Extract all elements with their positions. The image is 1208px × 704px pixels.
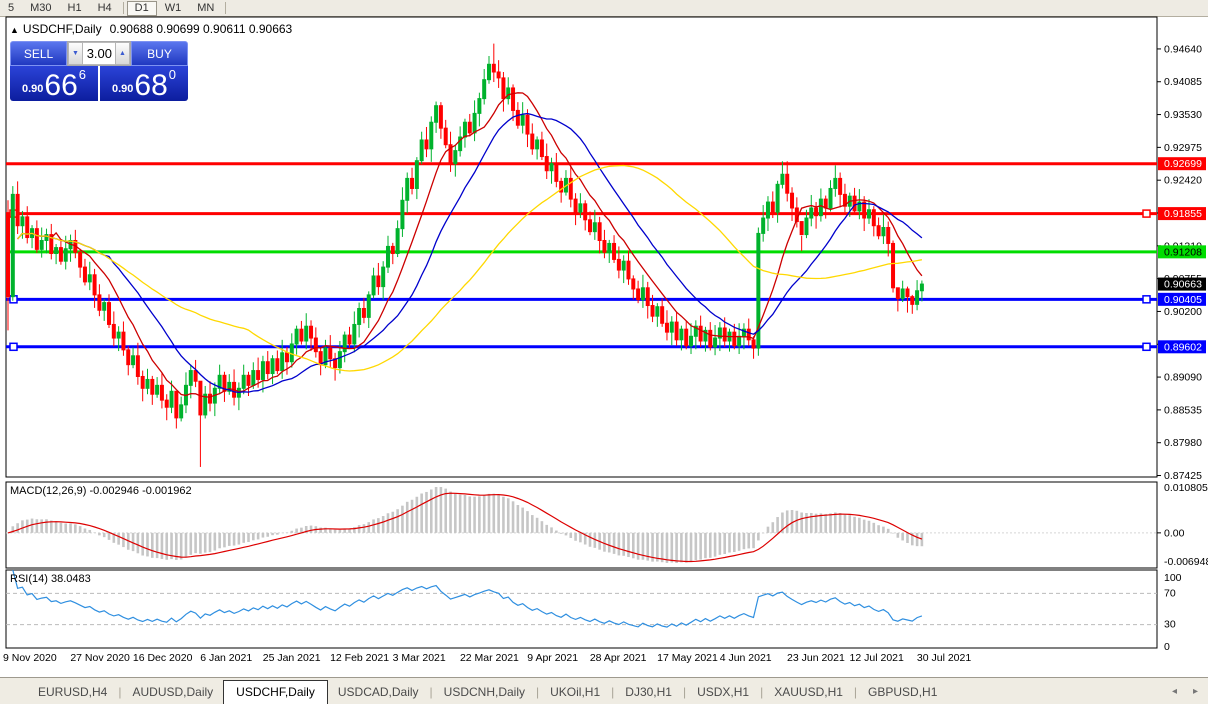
svg-text:0.88535: 0.88535 (1164, 404, 1202, 416)
volume-input[interactable]: 3.00 (83, 42, 115, 65)
svg-text:22 Mar 2021: 22 Mar 2021 (460, 652, 519, 664)
sell-price-pip: 6 (79, 67, 86, 82)
svg-text:12 Jul 2021: 12 Jul 2021 (850, 652, 904, 664)
svg-text:12 Feb 2021: 12 Feb 2021 (330, 652, 389, 664)
svg-text:0.00: 0.00 (1164, 527, 1185, 539)
svg-text:9 Nov 2020: 9 Nov 2020 (3, 652, 57, 664)
ohlc-values: 0.90688 0.90699 0.90611 0.90663 (110, 22, 293, 36)
svg-text:25 Jan 2021: 25 Jan 2021 (263, 652, 321, 664)
svg-text:17 May 2021: 17 May 2021 (657, 652, 718, 664)
svg-text:6 Jan 2021: 6 Jan 2021 (200, 652, 252, 664)
svg-text:0.90405: 0.90405 (1164, 294, 1202, 306)
sell-price[interactable]: 0.90 66 6 (10, 66, 98, 101)
sell-price-big: 66 (44, 73, 77, 99)
timeframe-button-h4[interactable]: H4 (90, 1, 120, 15)
chart-canvas[interactable]: 0.94640 0.94085 0.93530 0.92975 0.92420 0.918… (0, 16, 1208, 677)
tab-separator: | (683, 685, 686, 699)
tab-separator: | (536, 685, 539, 699)
timeframe-button-5[interactable]: 5 (0, 1, 22, 15)
svg-text:0.91208: 0.91208 (1164, 246, 1202, 258)
svg-text:0.87425: 0.87425 (1164, 470, 1202, 482)
buy-price-big: 68 (134, 73, 167, 99)
sell-price-prefix: 0.90 (22, 83, 43, 95)
svg-text:-0.006948: -0.006948 (1164, 556, 1208, 568)
tab-audusd-daily[interactable]: AUDUSD,Daily (122, 682, 223, 702)
tab-separator: | (611, 685, 614, 699)
tab-separator: | (760, 685, 763, 699)
one-click-trading-panel: SELL ▼ 3.00 ▲ BUY 0.90 66 6 0.90 68 0 (10, 41, 188, 101)
tab-xauusd-h1[interactable]: XAUUSD,H1 (764, 682, 853, 702)
svg-text:0.92975: 0.92975 (1164, 142, 1202, 154)
volume-stepper: ▼ 3.00 ▲ (67, 41, 131, 66)
timeframe-button-m30[interactable]: M30 (22, 1, 59, 15)
svg-text:0.90663: 0.90663 (1164, 279, 1202, 291)
symbol-name: USDCHF,Daily (23, 22, 102, 36)
tab-gbpusd-h1[interactable]: GBPUSD,H1 (858, 682, 947, 702)
collapse-arrow-icon[interactable]: ▲ (10, 25, 19, 35)
svg-text:0: 0 (1164, 641, 1170, 653)
chart-title: ▲ USDCHF,Daily 0.90688 0.90699 0.90611 0.9… (10, 22, 292, 36)
buy-price-pip: 0 (169, 67, 176, 82)
volume-increment-button[interactable]: ▲ (115, 42, 130, 65)
svg-text:0.94085: 0.94085 (1164, 76, 1202, 88)
tab-scroll-left-icon[interactable]: ◂ (1172, 686, 1177, 697)
svg-text:0.92420: 0.92420 (1164, 175, 1202, 187)
tab-scroll-right-icon[interactable]: ▸ (1193, 686, 1198, 697)
timeframe-toolbar: 5M30H1H4 D1W1MN (0, 0, 1208, 17)
svg-text:9 Apr 2021: 9 Apr 2021 (527, 652, 578, 664)
tab-dj30-h1[interactable]: DJ30,H1 (615, 682, 682, 702)
svg-text:4 Jun 2021: 4 Jun 2021 (720, 652, 772, 664)
buy-price-prefix: 0.90 (112, 83, 133, 95)
volume-decrement-button[interactable]: ▼ (68, 42, 83, 65)
svg-text:30: 30 (1164, 619, 1176, 631)
tab-separator: | (854, 685, 857, 699)
tab-separator: | (118, 685, 121, 699)
svg-text:70: 70 (1164, 587, 1176, 599)
tab-usdcad-daily[interactable]: USDCAD,Daily (328, 682, 429, 702)
timeframe-button-w1[interactable]: W1 (157, 1, 190, 15)
toolbar-separator (123, 2, 124, 14)
svg-text:16 Dec 2020: 16 Dec 2020 (133, 652, 193, 664)
svg-text:0.89602: 0.89602 (1164, 341, 1202, 353)
timeframe-button-mn[interactable]: MN (189, 1, 222, 15)
svg-text:0.90200: 0.90200 (1164, 306, 1202, 318)
svg-text:0.87980: 0.87980 (1164, 437, 1202, 449)
svg-text:28 Apr 2021: 28 Apr 2021 (590, 652, 647, 664)
buy-button[interactable]: BUY (131, 41, 188, 66)
buy-price[interactable]: 0.90 68 0 (100, 66, 188, 101)
tab-usdcnh-daily[interactable]: USDCNH,Daily (434, 682, 535, 702)
svg-text:0.92699: 0.92699 (1164, 158, 1202, 170)
svg-text:0.94640: 0.94640 (1164, 43, 1202, 55)
svg-text:30 Jul 2021: 30 Jul 2021 (917, 652, 971, 664)
svg-text:MACD(12,26,9) -0.002946 -0.001: MACD(12,26,9) -0.002946 -0.001962 (10, 485, 192, 497)
tab-separator: | (430, 685, 433, 699)
svg-text:0.93530: 0.93530 (1164, 109, 1202, 121)
tab-usdchf-daily[interactable]: USDCHF,Daily (223, 680, 328, 704)
svg-text:0.89090: 0.89090 (1164, 372, 1202, 384)
svg-text:23 Jun 2021: 23 Jun 2021 (787, 652, 845, 664)
svg-text:3 Mar 2021: 3 Mar 2021 (393, 652, 446, 664)
svg-text:0.010805: 0.010805 (1164, 482, 1208, 494)
timeframe-button-d1[interactable]: D1 (127, 1, 157, 16)
toolbar-separator (225, 2, 226, 14)
tab-scroll-nav: ◂ ▸ (1172, 686, 1198, 697)
svg-text:RSI(14) 38.0483: RSI(14) 38.0483 (10, 573, 91, 585)
mt4-window: { "toolbar": { "periods": [ {"label":"5"… (0, 0, 1208, 704)
svg-text:100: 100 (1164, 572, 1182, 584)
svg-text:0.91855: 0.91855 (1164, 208, 1202, 220)
timeframe-button-h1[interactable]: H1 (60, 1, 90, 15)
sell-button[interactable]: SELL (10, 41, 67, 66)
svg-text:27 Nov 2020: 27 Nov 2020 (70, 652, 130, 664)
tab-eurusd-h4[interactable]: EURUSD,H4 (28, 682, 117, 702)
tab-usdx-h1[interactable]: USDX,H1 (687, 682, 759, 702)
tab-ukoil-h1[interactable]: UKOil,H1 (540, 682, 610, 702)
chart-tab-bar: EURUSD,H4|AUDUSD,DailyUSDCHF,DailyUSDCAD… (0, 677, 1208, 704)
